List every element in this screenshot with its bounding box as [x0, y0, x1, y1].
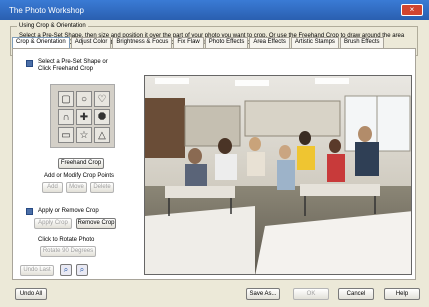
zoom-in-icon[interactable]: ⌕	[60, 264, 72, 276]
arch-shape-icon[interactable]: ∩	[58, 109, 74, 125]
close-button[interactable]: ×	[401, 4, 423, 16]
apply-crop-button[interactable]: Apply Crop	[34, 218, 72, 229]
classroom-photo	[145, 76, 411, 274]
save-as-button[interactable]: Save As...	[246, 288, 280, 300]
move-point-button[interactable]: Move	[66, 182, 87, 193]
tab-area-effects[interactable]: Area Effects	[249, 37, 290, 48]
title-bar: The Photo Workshop ×	[0, 0, 429, 20]
tab-brush-effects[interactable]: Brush Effects	[339, 37, 384, 48]
instructions-title: Using Crop & Orientation	[17, 23, 88, 29]
tab-bar: Crop & Orientation Adjust Color Brightne…	[12, 37, 385, 48]
ok-button[interactable]: OK	[293, 288, 329, 300]
crop-tools-panel: Select a Pre-Set Shape or Click Freehand…	[12, 54, 122, 284]
add-point-button[interactable]: Add	[42, 182, 63, 193]
photo-preview[interactable]	[144, 75, 412, 275]
help-button[interactable]: Help	[384, 288, 420, 300]
undo-all-button[interactable]: Undo All	[15, 288, 47, 300]
apply-remove-checkbox[interactable]	[26, 208, 33, 215]
select-shape-label: Select a Pre-Set Shape or	[38, 59, 108, 65]
tab-crop-orientation[interactable]: Crop & Orientation	[12, 37, 70, 48]
star-shape-icon[interactable]: ☆	[76, 127, 92, 143]
tab-photo-effects[interactable]: Photo Effects	[204, 37, 249, 48]
tab-artistic-stamps[interactable]: Artistic Stamps	[290, 37, 339, 48]
tab-adjust-color[interactable]: Adjust Color	[70, 37, 112, 48]
freehand-crop-button[interactable]: Freehand Crop	[58, 158, 104, 169]
zoom-out-icon[interactable]: ⌕	[76, 264, 88, 276]
rotate-button[interactable]: Rotate 90 Degrees	[40, 246, 96, 257]
cross-shape-icon[interactable]: ✚	[76, 109, 92, 125]
rectangle-shape-icon[interactable]: ▭	[58, 127, 74, 143]
circle-shape-icon[interactable]: ○	[76, 91, 92, 107]
crop-points-label: Add or Modify Crop Points	[44, 173, 115, 179]
square-shape-icon[interactable]: ▢	[58, 91, 74, 107]
window-title: The Photo Workshop	[9, 5, 85, 15]
cancel-button[interactable]: Cancel	[338, 288, 374, 300]
remove-crop-button[interactable]: Remove Crop	[76, 218, 116, 229]
heart-shape-icon[interactable]: ♡	[94, 91, 110, 107]
freehand-hint-label: Click Freehand Crop	[38, 66, 94, 72]
delete-point-button[interactable]: Delete	[90, 182, 114, 193]
tab-fix-flaw[interactable]: Fix Flaw	[173, 37, 204, 48]
triangle-shape-icon[interactable]: △	[94, 127, 110, 143]
rotate-label: Click to Rotate Photo	[38, 237, 95, 243]
apply-remove-label: Apply or Remove Crop	[38, 208, 99, 214]
undo-last-button[interactable]: Undo Last	[20, 265, 54, 276]
preset-checkbox[interactable]	[26, 60, 33, 67]
tab-brightness-focus[interactable]: Brightness & Focus	[112, 37, 173, 48]
preset-shapes-panel: ▢ ○ ♡ ∩ ✚ ⯃ ▭ ☆ △	[50, 84, 115, 148]
octagon-shape-icon[interactable]: ⯃	[94, 109, 110, 125]
